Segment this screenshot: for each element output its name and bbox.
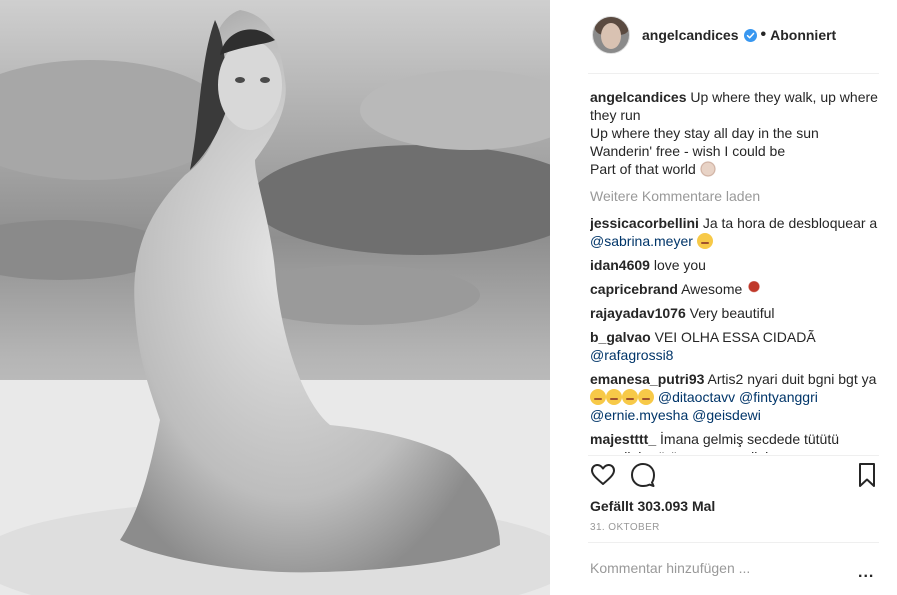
post-date: 31. Oktober [590,522,660,533]
bookmark-icon[interactable] [854,462,880,488]
post-actions [590,462,879,490]
comment-mention[interactable]: @fintyanggri [739,389,818,405]
flushed-face-emoji-icon [638,389,654,405]
caption-line: Up where they stay all day in the sun [590,125,819,141]
comment-username[interactable]: jessicacorbellini [590,215,699,231]
input-divider [588,542,879,543]
add-comment-input[interactable] [590,560,840,576]
instagram-post: angelcandices • Abonniert angelcandices … [0,0,897,595]
heart-icon[interactable] [590,462,616,488]
comment-mention[interactable]: @ditaoctavv [658,389,735,405]
post-side-panel: angelcandices • Abonniert angelcandices … [574,0,879,595]
header-separator: • [760,26,767,43]
more-options-button[interactable]: ... [858,564,874,582]
flushed-face-emoji-icon [606,389,622,405]
comment-mention[interactable]: @ernie.myesha [590,407,688,423]
load-more-comments-link[interactable]: Weitere Kommentare laden [590,187,879,205]
comment-text: Awesome [681,281,743,297]
comment-username[interactable]: majestttt_ [590,431,656,447]
beach-photo-image [0,0,550,595]
comment-mention[interactable]: @sabrina.meyer [590,233,693,249]
comment-text: Ja ta hora de desbloquear a [702,215,878,231]
comment-item: b_galvao VEI OLHA ESSA CIDADÃ @rafagross… [590,328,879,364]
comment-username[interactable]: b_galvao [590,329,651,345]
comment-mention[interactable]: @rafagrossi8 [590,347,673,363]
comment-item: emanesa_putri93 Artis2 nyari duit bgni b… [590,370,879,424]
comment-text: love you [653,257,706,273]
flushed-face-emoji-icon [622,389,638,405]
comment-item: idan4609 love you [590,256,879,274]
flushed-face-emoji-icon [590,389,606,405]
avatar[interactable] [592,16,630,54]
comment-text: Very beautiful [689,305,775,321]
comment-mention[interactable]: @geisdewi [692,407,761,423]
comment-text: VEI OLHA ESSA CIDADÃ [654,329,816,345]
comment-item: jessicacorbellini Ja ta hora de desbloqu… [590,214,879,250]
rose-emoji-icon [746,281,763,297]
verified-badge-icon [743,28,757,42]
likes-count[interactable]: Gefällt 303.093 Mal [590,498,715,514]
post-caption: angelcandices Up where they walk, up whe… [590,88,879,178]
shell-emoji-icon [699,161,716,177]
comment-text: Artis2 nyari duit bgni bgt ya [707,371,877,387]
comment-item: majestttt_ İmana gelmiş secdede tütütü m… [590,430,879,453]
comment-item: rajayadav1076 Very beautiful [590,304,879,322]
worried-face-emoji-icon [696,233,713,249]
actions-divider [588,455,879,456]
comment-item: capricebrand Awesome [590,280,879,298]
post-photo[interactable] [0,0,550,595]
post-header: angelcandices • Abonniert [592,14,836,56]
caption-line: Part of that world [590,160,879,178]
comment-username[interactable]: capricebrand [590,281,678,297]
caption-line: Wanderin' free - wish I could be [590,143,786,159]
comment-username[interactable]: emanesa_putri93 [590,371,704,387]
header-divider [588,73,879,74]
comment-bubble-icon[interactable] [630,462,656,488]
header-username[interactable]: angelcandices [642,27,739,43]
caption-username[interactable]: angelcandices [590,89,687,105]
comments-list[interactable]: angelcandices Up where they walk, up whe… [590,88,879,453]
follow-status-button[interactable]: Abonniert [770,27,836,43]
comment-username[interactable]: rajayadav1076 [590,305,686,321]
comment-username[interactable]: idan4609 [590,257,650,273]
